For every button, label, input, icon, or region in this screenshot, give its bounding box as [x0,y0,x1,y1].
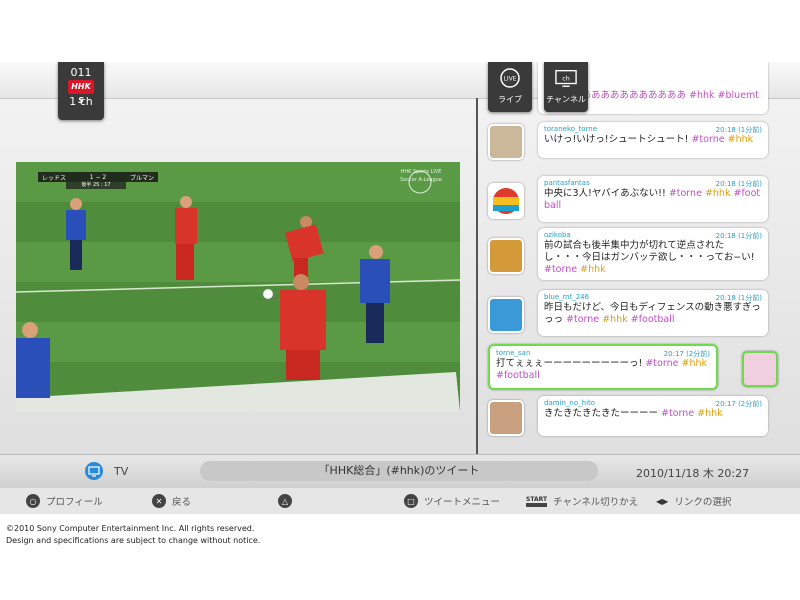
tv-label: TV [114,465,129,478]
tweet-text: 昨日もだけど、今日もディフェンスの動き悪すぎっっっ #torne #hhk #f… [544,302,762,326]
datetime: 2010/11/18 木 20:27 [636,467,750,480]
link-select-hint[interactable]: ◀▶ リンクの選択 [656,493,731,509]
ball-avatar[interactable] [488,183,524,219]
tweet-time: 20:18 (1分前) [715,126,762,134]
tweet-time: 20:17 (2分前) [715,400,762,408]
tweet-text: 前の試合も後半集中力が切れて逆点されたし・・・今日はガンバッテ欲し・・・ってお−… [544,240,762,276]
hashtag-link[interactable]: #torne [566,314,599,325]
live-mode-button[interactable]: LIVE ライブ [488,62,532,112]
hashtag-link[interactable]: #torne [669,188,702,199]
match-clock: 後半 25 : 17 [81,182,111,188]
channel-indicator: 011 HHK S 1 ch [58,62,104,120]
timeline-title: 「HHK総合」(#hhk)のツイート [200,461,598,481]
profile-label: プロフィール [46,497,103,508]
tweet-text: 打てぇぇぇーーーーーーーーーっ! #torne #hhk #football [496,358,710,382]
svg-text:LIVE: LIVE [503,76,516,83]
score-overlay: レッドス 1 − 2 ブルマン [38,172,158,182]
hashtag-link[interactable]: #torne [691,134,724,145]
channel-switch-hint[interactable]: START チャンネル切りかえ [526,493,638,509]
channel-mode-button[interactable]: ch チャンネル [544,62,588,112]
tweet-bubble[interactable]: damin_no_hito 20:17 (2分前) きたきたきたきたーーーー #to… [538,396,768,436]
circle-button-icon: ○ [26,494,40,508]
dpad-lr-icon: ◀▶ [656,496,669,506]
tweet-time: 20:18 (1分前) [715,294,762,302]
tree-avatar[interactable] [488,297,524,333]
triangle-button-icon: △ [278,494,292,508]
hashtag-link[interactable]: #hhk [697,408,723,419]
cross-button-icon: ✕ [152,494,166,508]
panel-divider [476,98,478,490]
channel-ch: 1 ch [69,95,93,108]
tweet-menu-label: ツイートメニュー [424,497,501,508]
tweet-body: きたきたきたきたーーーー [544,408,659,419]
food-avatar[interactable] [488,238,524,274]
tweet-bubble[interactable]: blue_mt_246 20:18 (1分前) 昨日もだけど、今日もディフェンスの動… [538,290,768,336]
hashtag-link[interactable]: #hhk [602,314,628,325]
hashtag-link[interactable]: #torne [661,408,694,419]
hashtag-link[interactable]: #torne [645,358,678,369]
channel-logo: HHK S [68,80,94,105]
back-label: 戻る [172,497,192,508]
tweet-body: 打てぇぇぇーーーーーーーーーっ! [496,358,643,369]
hashtag-link[interactable]: #football [631,314,675,325]
tweet-partial-text: ああああああああああああ #hhk #bluemt [572,90,760,101]
tweet-text: 中央に3人!ヤバイあぶない!! #torne #hhk #football [544,188,762,212]
score: 1 − 2 [89,173,107,181]
team1-name: レッドス [42,174,67,182]
link-select-label: リンクの選択 [674,497,732,508]
tweet-time: 20:17 (2分前) [663,350,710,358]
start-button-icon: START [526,496,548,507]
tweet-menu-hint[interactable]: □ ツイートメニュー [404,493,500,509]
triangle-hint[interactable]: △ [278,493,298,509]
tweet-time: 20:18 (1分前) [715,232,762,240]
copyright-text: ©2010 Sony Computer Entertainment Inc. A… [6,524,255,533]
profile-hint[interactable]: ○ プロフィール [26,493,103,509]
tv-icon [84,462,104,480]
tweet-bubble[interactable]: torne_san 20:17 (2分前) 打てぇぇぇーーーーーーーーーっ! #to… [488,344,718,390]
torne-screen: 011 HHK S 1 ch レッドス 1 − 2 ブルマン 後半 25: 1… [0,62,800,514]
back-hint[interactable]: ✕ 戻る [152,493,191,509]
tweet-text: きたきたきたきたーーーー #torne #hhk [544,408,762,420]
tv-video[interactable]: レッドス 1 − 2 ブルマン 後半 25 : 17 HHK Sports LI… [16,162,460,412]
notice-text: Design and specifications are subject to… [6,536,261,545]
person-avatar[interactable] [488,400,524,436]
tweet-bubble[interactable]: ozikoba 20:18 (1分前) 前の試合も後半集中力が切れて逆点されたし・・… [538,228,768,280]
hashtag-link[interactable]: #hhk [681,358,707,369]
svg-text:ch: ch [562,74,570,82]
square-button-icon: □ [404,494,418,508]
channel-mode-label: チャンネル [546,95,586,104]
hashtag-link[interactable]: #football [496,370,540,381]
channel-switch-label: チャンネル切りかえ [553,497,639,508]
tweet-body: 前の試合も後半集中力が切れて逆点されたし・・・今日はガンバッテ欲し・・・ってお−… [544,240,755,263]
team2-name: ブルマン [129,174,154,182]
hashtag-link[interactable]: #hhk [728,134,754,145]
hashtag-link[interactable]: #hhk [580,264,606,275]
cat-avatar[interactable] [488,124,524,160]
hashtag-link[interactable]: #torne [544,264,577,275]
anime-avatar[interactable] [742,351,778,387]
player-red-1 [175,196,197,280]
live-mode-label: ライブ [498,95,522,104]
live-icon: LIVE [499,68,521,88]
tweet-body: いけっ!いけっ!シュートシュート! [544,134,689,145]
tweet-timeline[interactable]: ああああああああああああ #hhk #bluemt toraneko_torne… [484,62,784,454]
tweet-text: いけっ!いけっ!シュートシュート! #torne #hhk [544,134,762,146]
tweet-body: 中央に3人!ヤバイあぶない!! [544,188,666,199]
tweet-time: 20:18 (1分前) [715,180,762,188]
channel-number: 011 [70,66,92,79]
button-guide-bar: ○ プロフィール ✕ 戻る △ □ ツイートメニュー START チャンネル切り… [0,488,800,514]
broadcaster-overlay: HHK Sports LIVE Soccer A-League [400,169,442,183]
status-bar: TV 「HHK総合」(#hhk)のツイート 2010/11/18 木 20:27 [0,454,800,489]
tweet-bubble[interactable]: pantasfantas 20:18 (1分前) 中央に3人!ヤバイあぶない!! #… [538,176,768,222]
tweet-bubble[interactable]: toraneko_torne 20:18 (1分前) いけっ!いけっ!シュートシュー… [538,122,768,158]
channel-icon: ch [555,68,577,88]
hashtag-link[interactable]: #hhk [705,188,731,199]
